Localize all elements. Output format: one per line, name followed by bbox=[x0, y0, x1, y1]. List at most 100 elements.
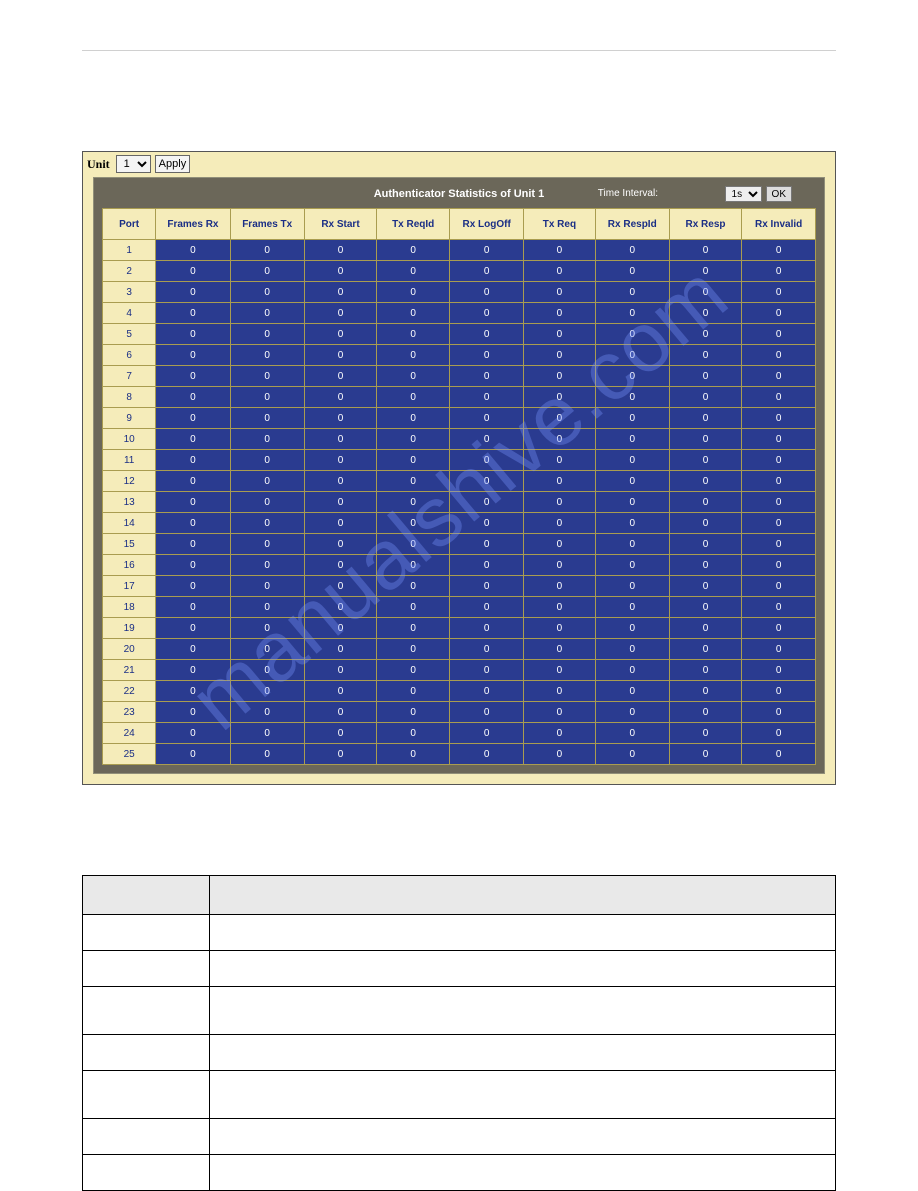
table-row: 17000000000 bbox=[103, 576, 816, 597]
data-cell: 0 bbox=[377, 639, 450, 660]
data-cell: 0 bbox=[377, 702, 450, 723]
col-header: Frames Tx bbox=[230, 209, 304, 240]
info-desc bbox=[210, 915, 836, 951]
data-cell: 0 bbox=[595, 576, 669, 597]
data-cell: 0 bbox=[669, 282, 742, 303]
table-row: 12000000000 bbox=[103, 471, 816, 492]
data-cell: 0 bbox=[595, 660, 669, 681]
table-row: 24000000000 bbox=[103, 723, 816, 744]
data-cell: 0 bbox=[377, 261, 450, 282]
data-cell: 0 bbox=[595, 555, 669, 576]
data-cell: 0 bbox=[742, 429, 816, 450]
data-cell: 0 bbox=[450, 702, 524, 723]
data-cell: 0 bbox=[156, 723, 230, 744]
port-cell: 5 bbox=[103, 324, 156, 345]
port-cell: 9 bbox=[103, 408, 156, 429]
data-cell: 0 bbox=[377, 240, 450, 261]
data-cell: 0 bbox=[450, 429, 524, 450]
port-cell: 6 bbox=[103, 345, 156, 366]
ok-button[interactable]: OK bbox=[766, 186, 792, 202]
stats-screenshot: Unit 1 Apply Authenticator Statistics of… bbox=[82, 151, 836, 785]
data-cell: 0 bbox=[230, 576, 304, 597]
table-row: 7000000000 bbox=[103, 366, 816, 387]
data-cell: 0 bbox=[450, 345, 524, 366]
data-cell: 0 bbox=[230, 450, 304, 471]
data-cell: 0 bbox=[230, 513, 304, 534]
apply-button[interactable]: Apply bbox=[155, 155, 191, 173]
data-cell: 0 bbox=[377, 345, 450, 366]
data-cell: 0 bbox=[450, 282, 524, 303]
time-interval-select[interactable]: 1s bbox=[725, 186, 762, 202]
data-cell: 0 bbox=[742, 534, 816, 555]
data-cell: 0 bbox=[156, 240, 230, 261]
data-cell: 0 bbox=[450, 408, 524, 429]
table-row: 5000000000 bbox=[103, 324, 816, 345]
data-cell: 0 bbox=[669, 660, 742, 681]
data-cell: 0 bbox=[450, 660, 524, 681]
data-cell: 0 bbox=[742, 702, 816, 723]
port-cell: 7 bbox=[103, 366, 156, 387]
data-cell: 0 bbox=[304, 261, 376, 282]
data-cell: 0 bbox=[156, 534, 230, 555]
table-row: 1000000000 bbox=[103, 240, 816, 261]
port-cell: 10 bbox=[103, 429, 156, 450]
info-row bbox=[83, 1071, 836, 1119]
col-header: Rx Resp bbox=[669, 209, 742, 240]
col-header: Frames Rx bbox=[156, 209, 230, 240]
data-cell: 0 bbox=[450, 240, 524, 261]
data-cell: 0 bbox=[377, 597, 450, 618]
data-cell: 0 bbox=[742, 345, 816, 366]
info-desc bbox=[210, 1119, 836, 1155]
data-cell: 0 bbox=[595, 702, 669, 723]
port-cell: 2 bbox=[103, 261, 156, 282]
port-cell: 18 bbox=[103, 597, 156, 618]
data-cell: 0 bbox=[156, 681, 230, 702]
table-row: 9000000000 bbox=[103, 408, 816, 429]
table-row: 8000000000 bbox=[103, 387, 816, 408]
port-cell: 8 bbox=[103, 387, 156, 408]
unit-select[interactable]: 1 bbox=[116, 155, 151, 173]
info-param bbox=[83, 951, 210, 987]
data-cell: 0 bbox=[230, 618, 304, 639]
data-cell: 0 bbox=[669, 597, 742, 618]
port-cell: 20 bbox=[103, 639, 156, 660]
data-cell: 0 bbox=[669, 681, 742, 702]
data-cell: 0 bbox=[450, 450, 524, 471]
data-cell: 0 bbox=[742, 408, 816, 429]
data-cell: 0 bbox=[450, 492, 524, 513]
data-cell: 0 bbox=[304, 597, 376, 618]
data-cell: 0 bbox=[669, 429, 742, 450]
data-cell: 0 bbox=[156, 261, 230, 282]
data-cell: 0 bbox=[524, 555, 596, 576]
data-cell: 0 bbox=[450, 534, 524, 555]
port-cell: 4 bbox=[103, 303, 156, 324]
data-cell: 0 bbox=[156, 744, 230, 765]
data-cell: 0 bbox=[377, 471, 450, 492]
data-cell: 0 bbox=[595, 597, 669, 618]
data-cell: 0 bbox=[742, 492, 816, 513]
data-cell: 0 bbox=[304, 492, 376, 513]
data-cell: 0 bbox=[304, 660, 376, 681]
data-cell: 0 bbox=[742, 723, 816, 744]
data-cell: 0 bbox=[304, 429, 376, 450]
port-cell: 25 bbox=[103, 744, 156, 765]
port-cell: 22 bbox=[103, 681, 156, 702]
unit-label: Unit bbox=[87, 157, 110, 172]
data-cell: 0 bbox=[230, 744, 304, 765]
info-desc bbox=[210, 951, 836, 987]
info-desc bbox=[210, 1071, 836, 1119]
data-cell: 0 bbox=[742, 240, 816, 261]
data-cell: 0 bbox=[595, 513, 669, 534]
data-cell: 0 bbox=[450, 597, 524, 618]
table-row: 16000000000 bbox=[103, 555, 816, 576]
data-cell: 0 bbox=[156, 366, 230, 387]
panel-title: Authenticator Statistics of Unit 1 bbox=[374, 188, 545, 200]
port-cell: 17 bbox=[103, 576, 156, 597]
data-cell: 0 bbox=[595, 471, 669, 492]
data-cell: 0 bbox=[595, 282, 669, 303]
data-cell: 0 bbox=[450, 681, 524, 702]
data-cell: 0 bbox=[595, 366, 669, 387]
info-param bbox=[83, 987, 210, 1035]
data-cell: 0 bbox=[524, 492, 596, 513]
table-row: 14000000000 bbox=[103, 513, 816, 534]
